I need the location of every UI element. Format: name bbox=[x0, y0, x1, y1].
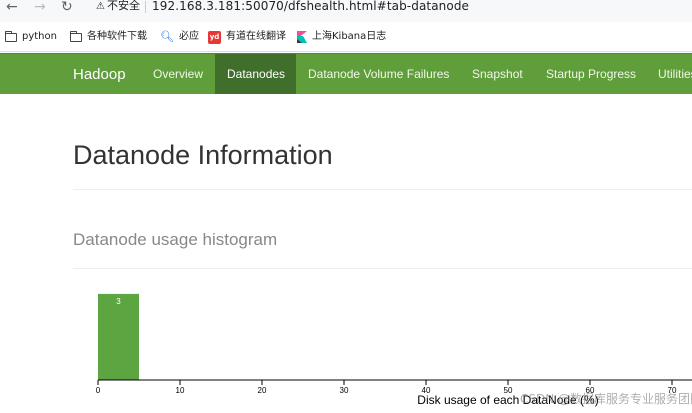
nav-datanodes[interactable]: Datanodes bbox=[215, 54, 296, 94]
forward-arrow-icon[interactable]: → bbox=[34, 0, 46, 16]
search-icon: 🔍︎ bbox=[160, 30, 174, 43]
folder-icon bbox=[69, 30, 82, 42]
bookmark-software-downloads[interactable]: 各种软件下载 bbox=[69, 29, 147, 45]
nav-overview[interactable]: Overview bbox=[141, 54, 215, 94]
bookmark-kibana[interactable]: 上海Kibana日志 bbox=[297, 29, 386, 45]
bookmark-label: 各种软件下载 bbox=[87, 31, 147, 42]
bar-value-label: 3 bbox=[116, 297, 121, 306]
bookmark-label: 必应 bbox=[178, 31, 199, 42]
folder-icon bbox=[4, 30, 17, 42]
kibana-icon bbox=[297, 31, 307, 43]
bookmark-bing[interactable]: 🔍︎ 必应 bbox=[160, 29, 199, 45]
security-indicator[interactable]: ⚠ 不安全 bbox=[96, 0, 140, 14]
nav-snapshot[interactable]: Snapshot bbox=[460, 54, 535, 94]
divider bbox=[145, 1, 146, 13]
x-tick-label: 0 bbox=[96, 386, 101, 395]
x-tick-label: 30 bbox=[340, 386, 349, 395]
bookmark-youdao[interactable]: yd 有道在线翻译 bbox=[208, 29, 286, 45]
bookmark-label: 有道在线翻译 bbox=[226, 31, 286, 42]
x-tick-label: 20 bbox=[258, 386, 267, 395]
nav-utilities[interactable]: Utilities bbox=[646, 54, 692, 94]
bookmarks-bar: python 各种软件下载 🔍︎ 必应 yd 有道在线翻译 上海Kibana日志 bbox=[0, 22, 692, 52]
page-title: Datanode Information bbox=[73, 140, 333, 170]
brand-hadoop[interactable]: Hadoop bbox=[73, 54, 126, 95]
nav-volume-failures[interactable]: Datanode Volume Failures bbox=[296, 54, 461, 94]
divider bbox=[73, 189, 692, 190]
youdao-icon: yd bbox=[208, 30, 221, 44]
security-label: 不安全 bbox=[106, 0, 140, 12]
address-bar: ← → ↻ ⚠ 不安全 192.168.3.181:50070/dfshealth… bbox=[0, 0, 692, 22]
warning-icon: ⚠ bbox=[96, 1, 105, 12]
divider bbox=[73, 268, 692, 269]
bookmark-label: 上海Kibana日志 bbox=[312, 31, 387, 42]
top-navbar: Hadoop Overview Datanodes Datanode Volum… bbox=[0, 53, 692, 94]
nav-startup-progress[interactable]: Startup Progress bbox=[534, 54, 648, 94]
histogram-title: Datanode usage histogram bbox=[73, 230, 278, 249]
watermark: CSDN @数据库服务专业服务团队 bbox=[520, 392, 692, 406]
url-field[interactable]: 192.168.3.181:50070/dfshealth.html#tab-d… bbox=[152, 0, 469, 13]
reload-icon[interactable]: ↻ bbox=[61, 0, 73, 16]
bookmark-python[interactable]: python bbox=[4, 29, 57, 45]
histogram-bar bbox=[98, 293, 139, 380]
bookmark-label: python bbox=[22, 31, 57, 42]
x-tick-label: 10 bbox=[176, 386, 185, 395]
back-arrow-icon[interactable]: ← bbox=[6, 0, 18, 16]
